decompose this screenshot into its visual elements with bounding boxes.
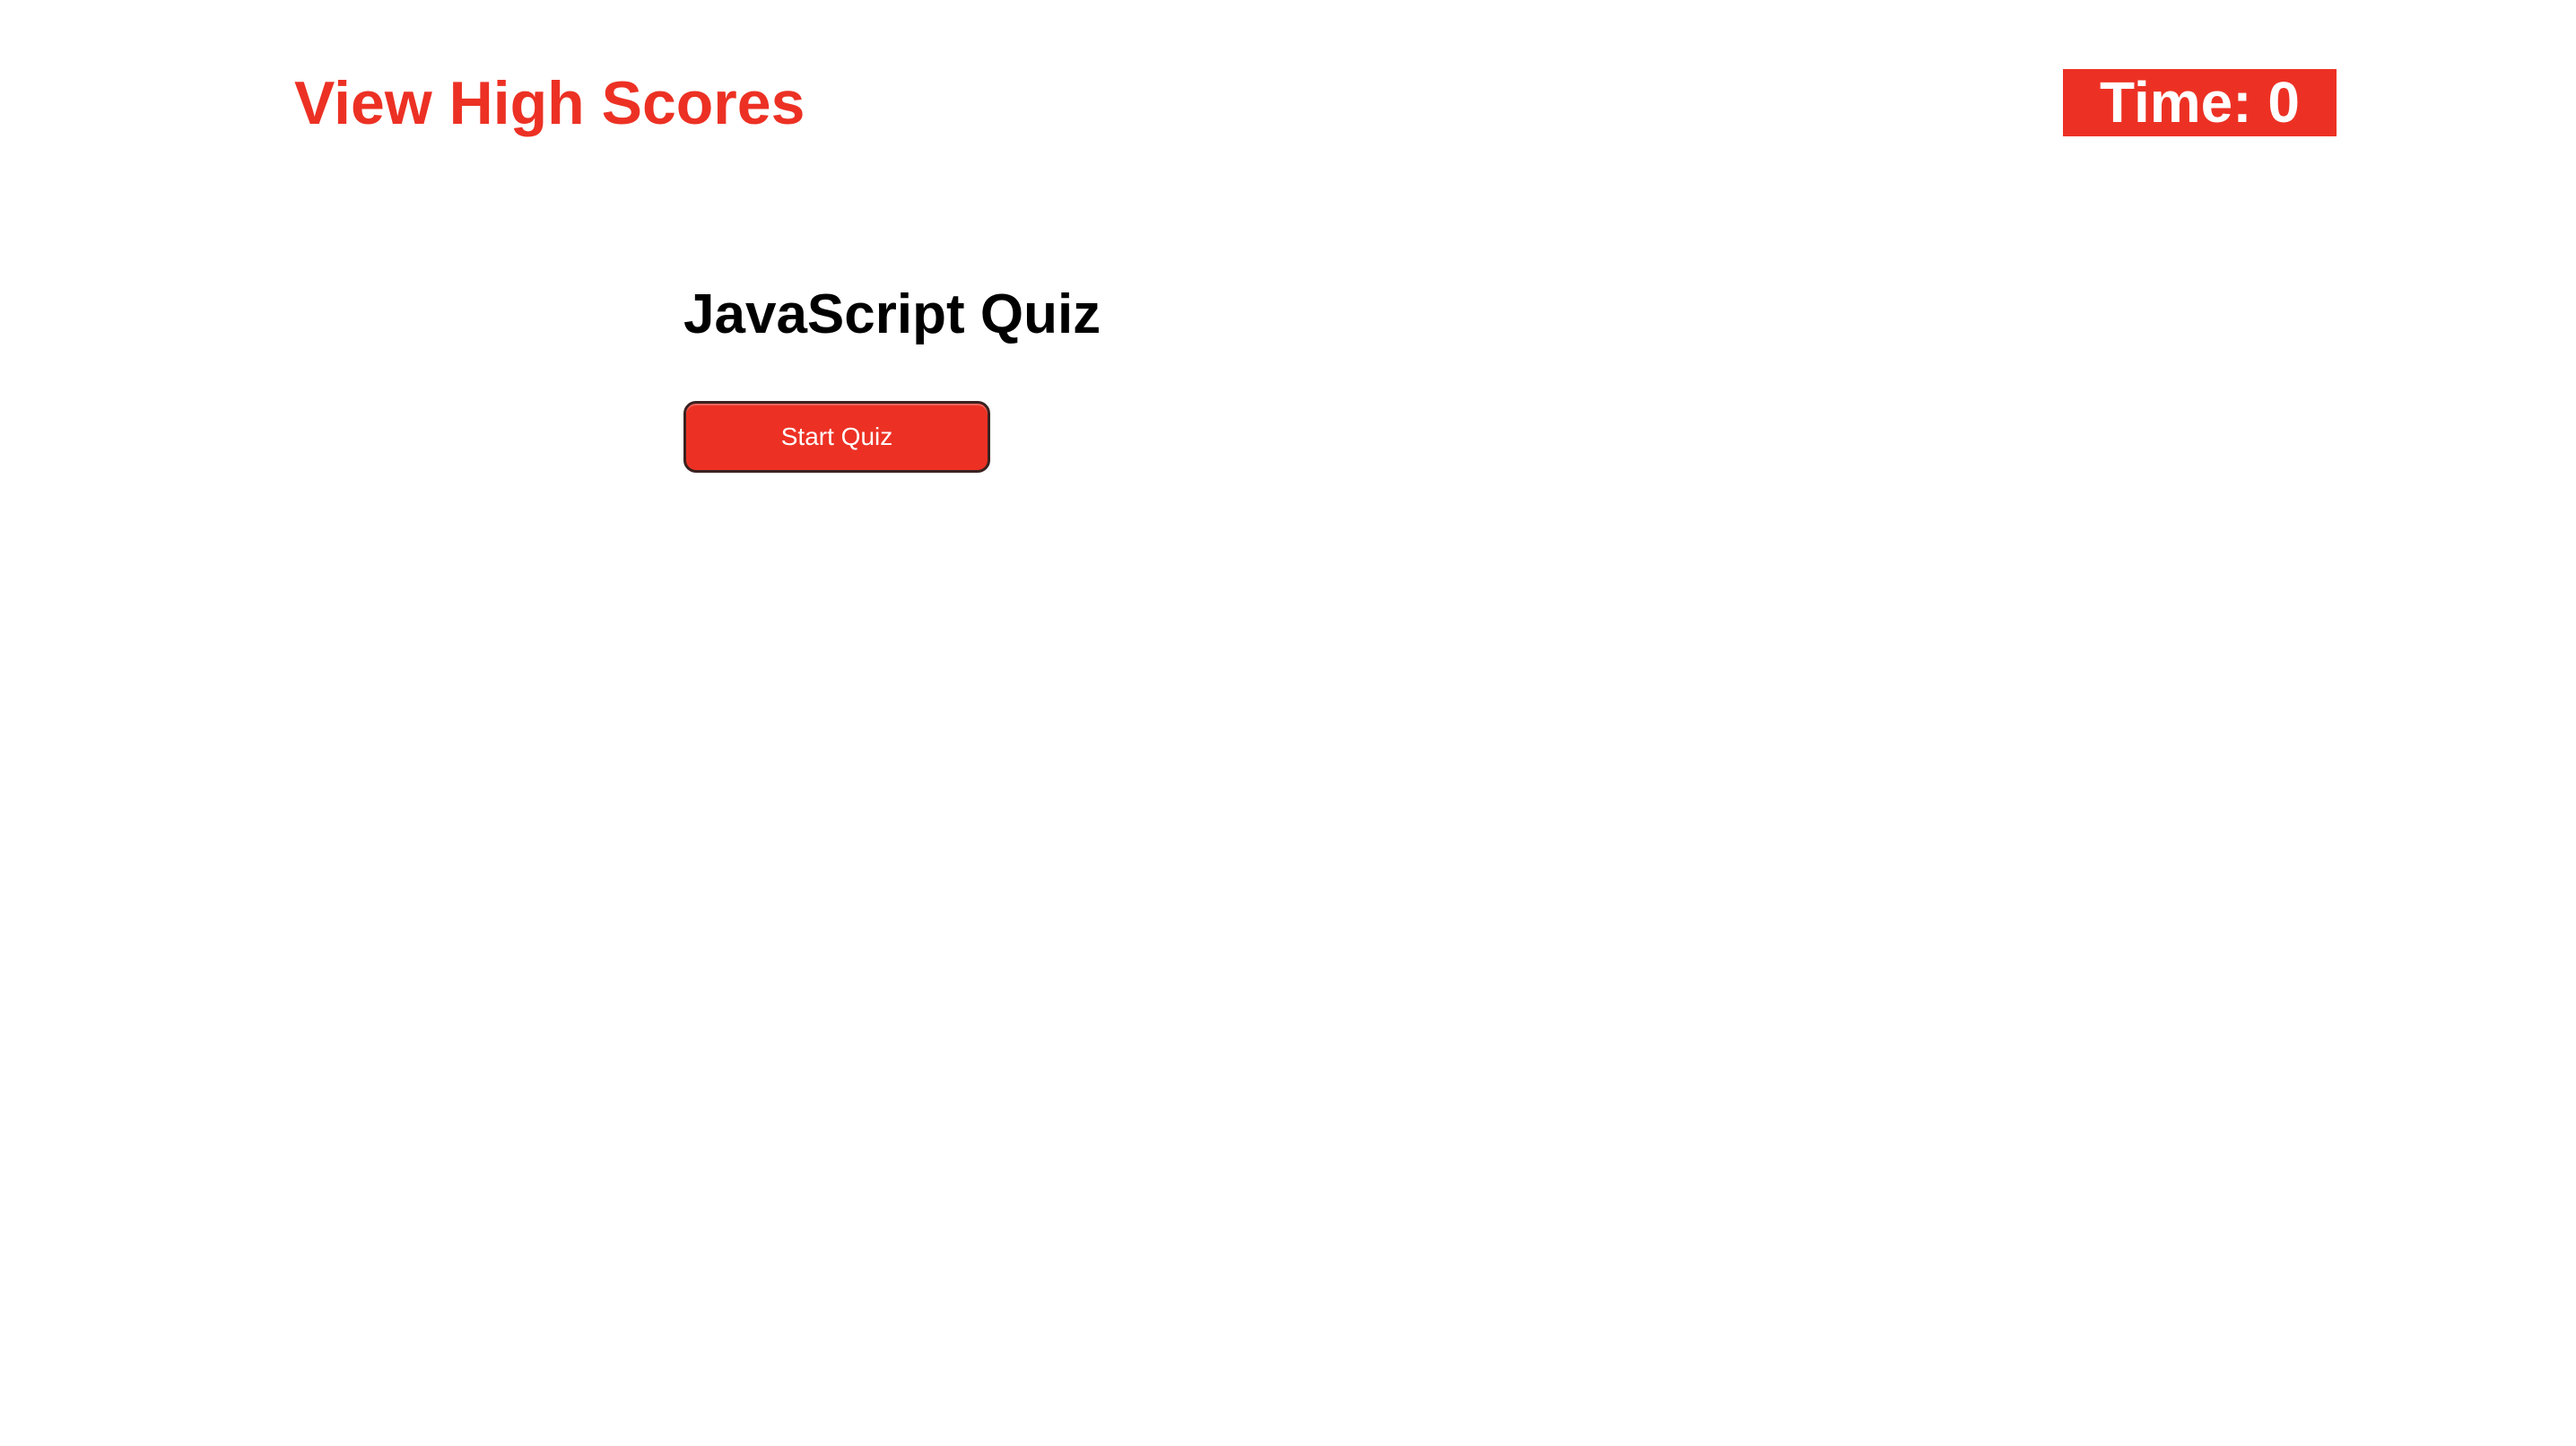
timer-label: Time: <box>2100 70 2252 135</box>
page-title: JavaScript Quiz <box>683 283 1101 345</box>
start-quiz-button[interactable]: Start Quiz <box>683 401 990 473</box>
timer-value: 0 <box>2267 70 2300 135</box>
timer-display: Time: 0 <box>2063 69 2337 136</box>
quiz-page: View High Scores Time: 0 JavaScript Quiz… <box>0 0 2576 1446</box>
view-high-scores-link[interactable]: View High Scores <box>294 66 805 140</box>
